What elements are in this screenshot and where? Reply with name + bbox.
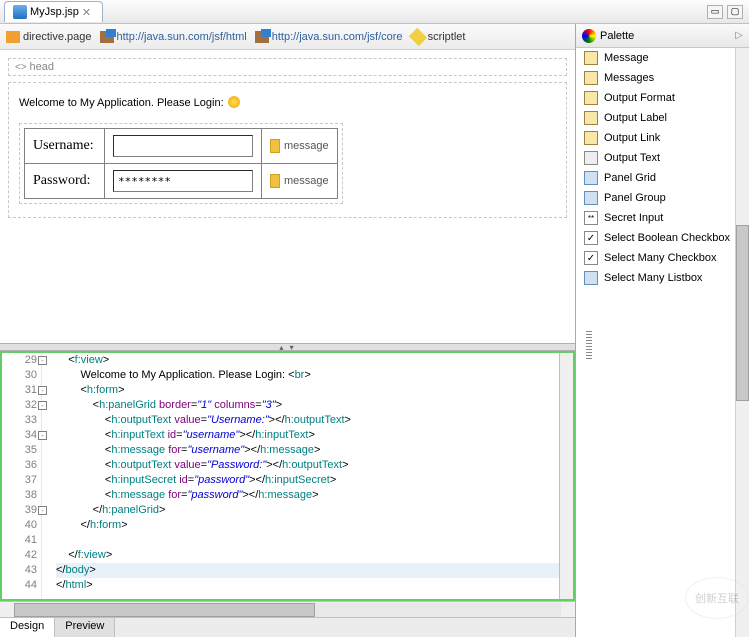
view-section[interactable]: Welcome to My Application. Please Login:… xyxy=(8,82,567,218)
message-icon xyxy=(270,139,280,153)
palette-item[interactable]: ✓ Select Many Checkbox xyxy=(576,248,749,268)
expand-icon[interactable]: ▷ xyxy=(735,30,743,41)
component-icon: ✓ xyxy=(584,251,598,265)
palette-panel: Palette ▷ Message Messages Output Format Ou… xyxy=(576,24,749,637)
palette-item[interactable]: Output Text xyxy=(576,148,749,168)
component-icon: ✓ xyxy=(584,231,598,245)
taglib-icon xyxy=(100,31,114,43)
close-icon[interactable]: ✕ xyxy=(82,6,94,18)
palette-item-label: Select Many Checkbox xyxy=(604,252,717,264)
username-label: Username: xyxy=(25,129,105,164)
jsf-html-item[interactable]: http://java.sun.com/jsf/html xyxy=(100,31,247,43)
maximize-button[interactable]: ▢ xyxy=(727,5,743,19)
palette-icon xyxy=(582,29,596,43)
welcome-text: Welcome to My Application. Please Login: xyxy=(19,93,556,111)
palette-list: Message Messages Output Format Output Label… xyxy=(576,48,749,637)
editor-mode-tabs: Design Preview xyxy=(0,617,575,637)
scriptlet-item[interactable]: scriptlet xyxy=(411,31,466,43)
palette-item-label: Select Many Listbox xyxy=(604,272,702,284)
palette-item[interactable]: Panel Group xyxy=(576,188,749,208)
head-section[interactable]: <> head xyxy=(8,58,567,76)
jsf-core-item[interactable]: http://java.sun.com/jsf/core xyxy=(255,31,403,43)
palette-item[interactable]: Output Label xyxy=(576,108,749,128)
palette-item[interactable]: Panel Grid xyxy=(576,168,749,188)
palette-item[interactable]: ✓ Select Boolean Checkbox xyxy=(576,228,749,248)
taglib-icon xyxy=(255,31,269,43)
username-message: message xyxy=(270,139,329,153)
source-code-pane[interactable]: 29-3031-32-3334-3536373839-4041424344 <f… xyxy=(0,351,575,601)
title-bar: MyJsp.jsp ✕ ▭ ▢ xyxy=(0,0,749,24)
directive-page-item[interactable]: directive.page xyxy=(6,31,92,43)
palette-item[interactable]: Output Format xyxy=(576,88,749,108)
component-icon xyxy=(584,131,598,145)
username-input[interactable] xyxy=(113,135,253,157)
component-icon xyxy=(584,151,598,165)
component-icon xyxy=(584,71,598,85)
horizontal-splitter[interactable]: ▴ ▾ xyxy=(0,343,575,351)
component-icon xyxy=(584,111,598,125)
palette-item[interactable]: Select Many Listbox xyxy=(576,268,749,288)
preview-tab[interactable]: Preview xyxy=(55,618,115,637)
palette-item-label: Messages xyxy=(604,72,654,84)
palette-item-label: Output Label xyxy=(604,112,667,124)
component-icon xyxy=(584,91,598,105)
table-row: Password: message xyxy=(25,164,338,199)
scriptlet-icon xyxy=(408,27,426,45)
palette-item[interactable]: Message xyxy=(576,48,749,68)
palette-item-label: Panel Grid xyxy=(604,172,656,184)
vertical-scrollbar[interactable] xyxy=(559,353,573,599)
lightbulb-icon xyxy=(228,96,240,108)
design-preview-pane[interactable]: <> head Welcome to My Application. Pleas… xyxy=(0,50,575,343)
tab-title: MyJsp.jsp xyxy=(30,6,79,18)
code-body[interactable]: <f:view> Welcome to My Application. Plea… xyxy=(42,353,573,599)
palette-item-label: Panel Group xyxy=(604,192,666,204)
palette-scrollbar[interactable] xyxy=(735,48,749,637)
minimize-button[interactable]: ▭ xyxy=(707,5,723,19)
design-tab[interactable]: Design xyxy=(0,618,55,637)
directive-icon xyxy=(6,31,20,43)
component-icon xyxy=(584,171,598,185)
component-icon xyxy=(584,271,598,285)
palette-item-label: Select Boolean Checkbox xyxy=(604,232,730,244)
palette-item-label: Message xyxy=(604,52,649,64)
component-icon xyxy=(584,191,598,205)
palette-item-label: Output Link xyxy=(604,132,660,144)
jsp-file-icon xyxy=(13,5,27,19)
message-icon xyxy=(270,174,280,188)
palette-item[interactable]: ** Secret Input xyxy=(576,208,749,228)
component-icon: ** xyxy=(584,211,598,225)
resize-handle[interactable] xyxy=(586,331,592,361)
line-number-gutter: 29-3031-32-3334-3536373839-4041424344 xyxy=(2,353,42,599)
component-icon xyxy=(584,51,598,65)
palette-header[interactable]: Palette ▷ xyxy=(576,24,749,48)
table-row: Username: message xyxy=(25,129,338,164)
password-message: message xyxy=(270,174,329,188)
palette-item-label: Output Format xyxy=(604,92,675,104)
taglib-toolbar: directive.page http://java.sun.com/jsf/h… xyxy=(0,24,575,50)
panel-grid[interactable]: Username: message Password: message xyxy=(19,123,343,204)
palette-title: Palette xyxy=(600,30,634,42)
horizontal-scrollbar[interactable] xyxy=(0,601,575,617)
password-input[interactable] xyxy=(113,170,253,192)
editor-tab[interactable]: MyJsp.jsp ✕ xyxy=(4,1,103,22)
palette-item[interactable]: Output Link xyxy=(576,128,749,148)
palette-item[interactable]: Messages xyxy=(576,68,749,88)
palette-item-label: Secret Input xyxy=(604,212,663,224)
palette-item-label: Output Text xyxy=(604,152,660,164)
password-label: Password: xyxy=(25,164,105,199)
